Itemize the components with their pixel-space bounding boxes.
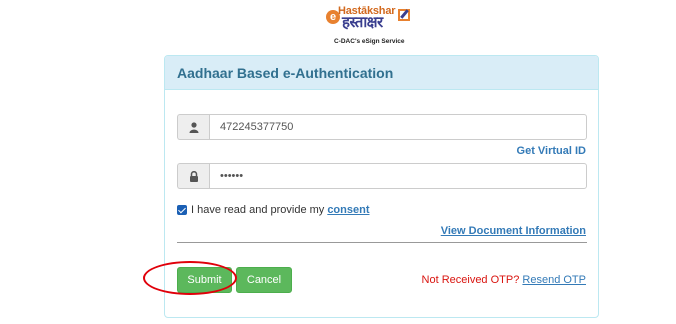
lock-icon (177, 163, 209, 189)
not-received-otp-text: Not Received OTP? (421, 274, 520, 286)
divider (177, 242, 587, 243)
view-document-information-link[interactable]: View Document Information (441, 225, 586, 237)
submit-highlight-annotation (143, 261, 237, 295)
consent-text: I have read and provide my (191, 204, 325, 216)
panel-heading: Aadhaar Based e-Authentication (165, 56, 598, 90)
get-virtual-id-link[interactable]: Get Virtual ID (517, 145, 586, 157)
logo-subtitle: C-DAC's eSign Service (334, 38, 405, 45)
pencil-icon (398, 9, 410, 21)
aadhaar-number-input[interactable] (209, 114, 587, 140)
resend-otp-row: Not Received OTP? Resend OTP (422, 274, 586, 286)
consent-row: I have read and provide my consent (177, 204, 370, 216)
consent-link[interactable]: consent (327, 204, 369, 216)
consent-checkbox[interactable] (177, 205, 187, 215)
logo-hindi-text: हस्ताक्षर (342, 13, 383, 31)
aadhaar-input-group (177, 114, 587, 140)
cancel-button[interactable]: Cancel (236, 267, 292, 293)
resend-otp-link[interactable]: Resend OTP (522, 274, 586, 286)
panel-title: Aadhaar Based e-Authentication (177, 65, 394, 81)
otp-input-group (177, 163, 587, 189)
otp-password-input[interactable] (209, 163, 587, 189)
user-icon (177, 114, 209, 140)
